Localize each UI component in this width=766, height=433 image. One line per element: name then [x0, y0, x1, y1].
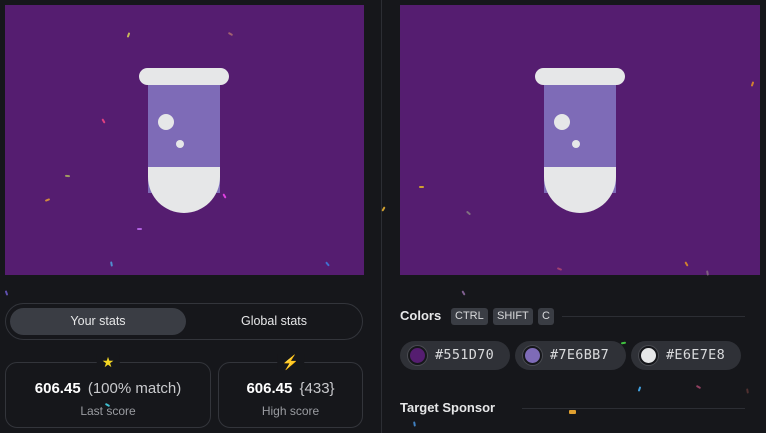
color-dot: [639, 346, 658, 365]
last-score-value: 606.45 (100% match): [6, 380, 210, 397]
star-icon: ★: [96, 354, 120, 370]
sponsor-divider: [522, 408, 745, 409]
high-score-number: 606.45: [246, 380, 293, 397]
color-dot: [408, 346, 427, 365]
last-score-card: ★ 606.45 (100% match) Last score: [5, 354, 211, 428]
color-hex: #551D70: [435, 347, 494, 363]
color-swatch[interactable]: #7E6BB7: [515, 341, 626, 370]
high-score-card: ⚡ 606.45 {433} High score: [218, 354, 363, 428]
tab-your-stats[interactable]: Your stats: [10, 308, 186, 335]
tab-global-stats[interactable]: Global stats: [186, 308, 362, 335]
colors-divider: [562, 316, 745, 317]
last-score-number: 606.45: [34, 380, 81, 397]
high-score-value: 606.45 {433}: [219, 380, 362, 397]
high-score-chars: {433}: [299, 380, 335, 397]
panel-divider: [381, 0, 382, 433]
colors-heading: Colors: [400, 308, 442, 323]
test-tube-icon: [139, 68, 229, 213]
color-swatch[interactable]: #551D70: [400, 341, 510, 370]
lightning-icon: ⚡: [276, 354, 305, 370]
color-dot: [523, 346, 542, 365]
color-swatch[interactable]: #E6E7E8: [631, 341, 741, 370]
target-sponsor-heading: Target Sponsor: [400, 400, 496, 415]
last-score-match: (100% match): [87, 380, 182, 397]
last-score-label: Last score: [80, 404, 136, 418]
high-score-label: High score: [261, 404, 320, 418]
shortcut-key-ctrl: CTRL: [451, 308, 488, 325]
shortcut-key-shift: SHIFT: [493, 308, 533, 325]
target-render: [400, 5, 760, 275]
output-canvas: [5, 5, 364, 275]
test-tube-icon: [535, 68, 625, 213]
color-hex: #E6E7E8: [666, 347, 725, 363]
color-hex: #7E6BB7: [550, 347, 609, 363]
stats-toggle: Your stats Global stats: [5, 303, 363, 340]
target-canvas: [400, 5, 760, 275]
output-render: [5, 5, 364, 275]
shortcut-key-c: C: [538, 308, 554, 325]
